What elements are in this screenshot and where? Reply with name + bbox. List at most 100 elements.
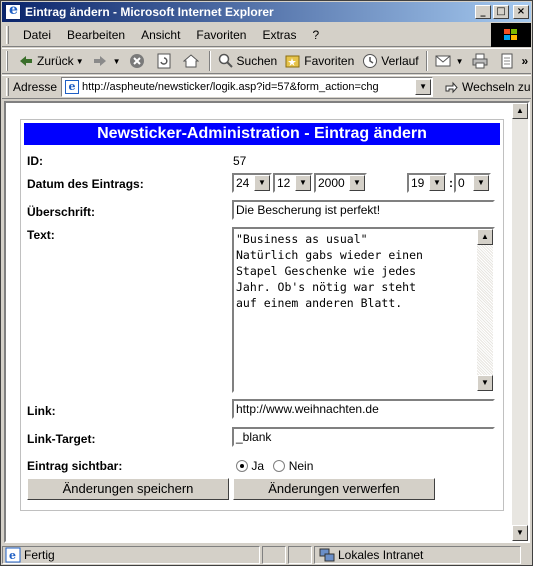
text-area[interactable]: "Business as usual" Natürlich gabs wiede… [232, 227, 495, 393]
close-button[interactable]: × [513, 5, 529, 19]
chevron-down-icon[interactable]: ▼ [415, 79, 432, 95]
hour-value: 19 [411, 176, 425, 190]
chevron-down-icon[interactable]: ▼ [429, 175, 445, 191]
month-select[interactable]: 12 ▼ [273, 173, 313, 193]
headline-input[interactable]: Die Bescherung ist perfekt! [232, 200, 495, 220]
menu-help[interactable]: ? [304, 28, 327, 42]
chevron-down-icon[interactable]: ▼ [113, 57, 121, 66]
toolbar-grip[interactable] [6, 25, 9, 44]
chevron-down-icon[interactable]: ▼ [456, 57, 464, 66]
maximize-button[interactable]: □ [493, 5, 509, 19]
history-label: Verlauf [381, 54, 419, 68]
stop-icon [129, 53, 145, 69]
scroll-down-icon[interactable]: ▼ [512, 525, 528, 541]
discard-changes-button[interactable]: Änderungen verwerfen [233, 478, 435, 500]
toolbar-separator [425, 51, 428, 71]
back-button[interactable]: Zurück ▼ [14, 50, 88, 72]
intranet-zone-icon [319, 547, 335, 563]
day-value: 24 [236, 176, 250, 190]
edit-document-icon [499, 53, 515, 69]
toolbar-grip[interactable] [6, 78, 9, 96]
browser-window: Eintrag ändern - Microsoft Internet Expl… [0, 0, 533, 566]
minimize-button[interactable]: _ [475, 5, 491, 19]
favorites-button[interactable]: Favoriten [281, 50, 358, 72]
day-select[interactable]: 24 ▼ [232, 173, 272, 193]
menu-extras[interactable]: Extras [254, 28, 304, 42]
menu-bearbeiten[interactable]: Bearbeiten [59, 28, 133, 42]
forward-button[interactable]: ▼ [88, 50, 125, 72]
chevron-down-icon[interactable]: ▼ [295, 175, 311, 191]
text-area-content[interactable]: "Business as usual" Natürlich gabs wiede… [236, 231, 475, 311]
time-separator: : [449, 176, 453, 190]
visible-yes-radio[interactable] [236, 460, 248, 472]
favorites-label: Favoriten [304, 54, 355, 68]
status-cell [288, 546, 312, 564]
link-label: Link: [27, 404, 56, 418]
scroll-up-icon[interactable]: ▲ [477, 229, 493, 245]
year-select[interactable]: 2000 ▼ [314, 173, 367, 193]
address-label: Adresse [13, 80, 58, 94]
chevron-down-icon[interactable]: ▼ [473, 175, 489, 191]
print-button[interactable] [468, 50, 495, 72]
window-title: Eintrag ändern - Microsoft Internet Expl… [25, 5, 274, 19]
menu-datei[interactable]: Datei [15, 28, 59, 42]
target-input[interactable]: _blank [232, 427, 495, 447]
windows-logo [491, 23, 531, 47]
chevron-down-icon[interactable]: ▼ [76, 57, 84, 66]
standard-toolbar: Zurück ▼ ▼ Suchen Favoriten Verlauf ▼ » [2, 48, 531, 74]
search-button[interactable]: Suchen [214, 50, 282, 72]
page-done-icon: e [5, 547, 21, 563]
refresh-icon [156, 53, 172, 69]
scroll-up-icon[interactable]: ▲ [512, 103, 528, 119]
history-button[interactable]: Verlauf [358, 50, 422, 72]
date-label: Datum des Eintrags: [27, 177, 144, 191]
mail-button[interactable]: ▼ [431, 50, 468, 72]
stop-button[interactable] [125, 50, 152, 72]
zone-cell: Lokales Intranet [314, 546, 521, 564]
admin-form: Newsticker-Administration - Eintrag ände… [20, 119, 504, 511]
menu-favoriten[interactable]: Favoriten [188, 28, 254, 42]
chevron-down-icon[interactable]: ▼ [349, 175, 365, 191]
refresh-button[interactable] [152, 50, 179, 72]
mail-icon [435, 53, 451, 69]
menu-ansicht[interactable]: Ansicht [133, 28, 188, 42]
scroll-down-icon[interactable]: ▼ [477, 375, 493, 391]
hour-select[interactable]: 19 ▼ [407, 173, 447, 193]
page-content: Newsticker-Administration - Eintrag ände… [4, 101, 530, 543]
search-label: Suchen [236, 54, 278, 68]
visible-radio-group: Ja Nein [236, 459, 313, 473]
svg-text:e: e [9, 549, 16, 562]
save-changes-button[interactable]: Änderungen speichern [27, 478, 229, 500]
back-label: Zurück [37, 54, 74, 68]
title-bar: Eintrag ändern - Microsoft Internet Expl… [2, 2, 531, 22]
text-area-scrollbar[interactable]: ▲ ▼ [477, 229, 493, 391]
address-url[interactable]: http://aspheute/newsticker/logik.asp?id=… [82, 81, 415, 93]
favorites-icon [285, 53, 301, 69]
toolbar-overflow-icon[interactable]: » [522, 54, 529, 68]
visible-no-label[interactable]: Nein [289, 459, 314, 473]
windows-flag-icon [504, 29, 518, 41]
minute-select[interactable]: 0 ▼ [454, 173, 491, 193]
chevron-down-icon[interactable]: ▼ [254, 175, 270, 191]
toolbar-grip[interactable] [6, 51, 8, 71]
forward-arrow-icon [92, 53, 108, 69]
status-cell [262, 546, 286, 564]
address-input[interactable]: e http://aspheute/newsticker/logik.asp?i… [61, 77, 434, 97]
toolbar-separator [208, 51, 211, 71]
headline-label: Überschrift: [27, 205, 96, 219]
visible-label: Eintrag sichtbar: [27, 459, 123, 473]
ie-icon [5, 2, 21, 20]
month-value: 12 [277, 176, 291, 190]
id-label: ID: [27, 154, 43, 168]
go-button[interactable]: Wechseln zu [443, 79, 531, 95]
go-label: Wechseln zu [462, 80, 531, 94]
visible-no-radio[interactable] [273, 460, 286, 472]
edit-button[interactable] [495, 50, 522, 72]
status-bar: e Fertig Lokales Intranet [2, 545, 531, 565]
link-input[interactable]: http://www.weihnachten.de [232, 399, 495, 419]
page-scrollbar[interactable]: ▲ ▼ [512, 103, 528, 541]
visible-yes-label[interactable]: Ja [251, 459, 264, 473]
menu-bar: Datei Bearbeiten Ansicht Favoriten Extra… [2, 23, 531, 47]
id-value: 57 [233, 154, 247, 168]
home-button[interactable] [179, 50, 206, 72]
